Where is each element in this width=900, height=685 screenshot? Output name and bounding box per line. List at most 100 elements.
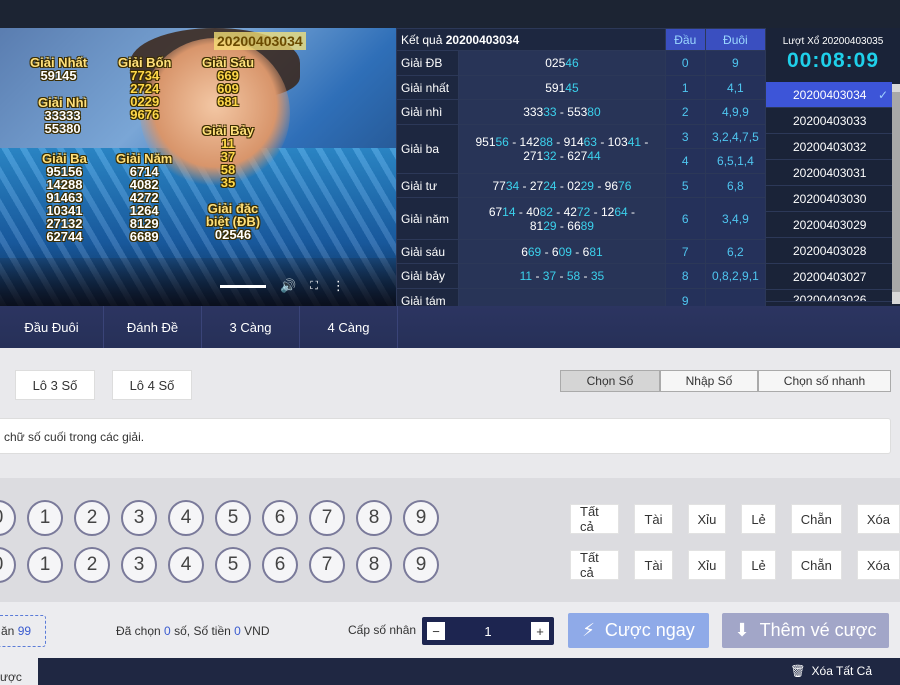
input-mode-group: Chọn Số Nhập Số Chọn số nhanh	[560, 370, 891, 392]
live-draw-video[interactable]: 20200403034 Giải Nhất 59145 Giải Bốn 773…	[0, 28, 396, 306]
top-bar	[0, 0, 900, 28]
digit-ball[interactable]: 9	[403, 500, 439, 536]
game-type-tabs: Đầu Đuôi Đánh Đề 3 Càng 4 Càng	[0, 306, 900, 348]
draw-item[interactable]: 20200403031	[766, 160, 892, 186]
digit-row-2: 0 1 2 3 4 5 6 7 8 9	[0, 547, 439, 583]
volume-icon[interactable]: 🔊	[280, 278, 296, 294]
video-prize-5: Giải Năm 6714 4082 4272 1264 8129 6689	[116, 151, 173, 244]
arrow-down-icon: ⬇	[734, 620, 750, 640]
select-le-button[interactable]: Lẻ	[741, 504, 776, 534]
draw-item[interactable]: 20200403032	[766, 134, 892, 160]
multiplier-stepper: − 1 +	[422, 617, 554, 645]
bet-now-button[interactable]: ⚡ Cược ngay	[568, 613, 709, 648]
results-table: Kết quả 20200403034 Đầu Đuôi Giải ĐB 025…	[395, 28, 767, 313]
draw-list-scroll-thumb[interactable]	[892, 92, 900, 292]
select-tai-button[interactable]: Tài	[634, 504, 673, 534]
lo-4-so-button[interactable]: Lô 4 Số	[112, 370, 192, 400]
result-row: Giải ba 95156 - 14288 - 91463 - 10341 - …	[395, 124, 767, 174]
digit-ball[interactable]: 9	[403, 547, 439, 583]
results-header-row: Kết quả 20200403034 Đầu Đuôi	[396, 28, 767, 51]
result-row: Giải sáu 669 - 609 - 681 7 6,2	[395, 239, 767, 264]
trash-icon: 🗑	[790, 664, 806, 678]
digit-ball[interactable]: 2	[74, 500, 110, 536]
tab-danh-de[interactable]: Đánh Đề	[104, 306, 202, 348]
video-prize-4: Giải Bốn 7734 2724 0229 9676	[118, 55, 172, 122]
video-controls: 🔊 ⛶ ⋮	[220, 278, 345, 294]
digit-ball[interactable]: 1	[27, 500, 63, 536]
digit-ball[interactable]: 8	[356, 547, 392, 583]
clear-button[interactable]: Xóa	[856, 504, 900, 534]
digit-ball[interactable]: 3	[121, 547, 157, 583]
clear-button[interactable]: Xóa	[856, 550, 900, 580]
draw-item[interactable]: 20200403030	[766, 186, 892, 212]
select-tai-button[interactable]: Tài	[634, 550, 673, 580]
digit-ball[interactable]: 2	[74, 547, 110, 583]
video-prize-2: Giải Nhì 33333 55380	[38, 95, 88, 136]
multiplier-value[interactable]: 1	[450, 624, 526, 639]
mode-chon-so[interactable]: Chọn Số	[560, 370, 660, 392]
tab-dau-duoi[interactable]: Đầu Đuôi	[0, 306, 104, 348]
bet-list-header	[38, 658, 900, 685]
volume-slider[interactable]	[220, 284, 266, 288]
digit-ball[interactable]: 5	[215, 547, 251, 583]
digit-ball[interactable]: 5	[215, 500, 251, 536]
col-duoi: Đuôi	[704, 28, 767, 51]
lightning-icon: ⚡	[582, 620, 595, 640]
decrease-button[interactable]: −	[427, 622, 445, 640]
video-draw-code: 20200403034	[214, 32, 306, 50]
rule-description: chữ số cuối trong các giải.	[0, 418, 891, 454]
results-label: Kết quả	[401, 32, 443, 47]
digit-ball[interactable]: 6	[262, 500, 298, 536]
mode-chon-so-nhanh[interactable]: Chọn số nhanh	[758, 370, 891, 392]
results-code: 20200403034	[445, 32, 520, 47]
next-draw-label: Lượt Xổ 20200403035	[782, 36, 884, 47]
video-prize-7: Giải Bảy 11 37 58 35	[202, 123, 255, 190]
fullscreen-icon[interactable]: ⛶	[310, 280, 318, 293]
video-prize-3: Giải Ba 95156 14288 91463 10341 27132 62…	[42, 151, 87, 244]
digit-ball[interactable]: 1	[27, 547, 63, 583]
digit-ball[interactable]: 4	[168, 547, 204, 583]
lo-3-so-button[interactable]: Lô 3 Số	[15, 370, 95, 400]
select-chan-button[interactable]: Chẵn	[790, 504, 842, 534]
select-all-button[interactable]: Tất cả	[570, 504, 620, 534]
digit-ball[interactable]: 6	[262, 547, 298, 583]
countdown-timer: 00:08:09	[786, 49, 880, 72]
tab-4-cang[interactable]: 4 Càng	[300, 306, 398, 348]
digit-row-1: 0 1 2 3 4 5 6 7 8 9	[0, 500, 439, 536]
draw-item[interactable]: 20200403033	[766, 108, 892, 134]
digit-ball[interactable]: 0	[0, 500, 16, 536]
result-row: Giải bảy 11 - 37 - 58 - 35 8 0,8,2,9,1	[395, 263, 767, 289]
quick-select-row-2: Tất cả Tài Xỉu Lẻ Chẵn Xóa	[570, 550, 900, 580]
select-xiu-button[interactable]: Xỉu	[687, 504, 727, 534]
result-row: Giải năm 6714 - 4082 - 4272 - 1264 - 812…	[395, 197, 767, 240]
quick-select-row-1: Tất cả Tài Xỉu Lẻ Chẵn Xóa	[570, 504, 900, 534]
more-options-icon[interactable]: ⋮	[332, 278, 345, 294]
select-xiu-button[interactable]: Xỉu	[687, 550, 727, 580]
draw-item[interactable]: 20200403034 ✓	[766, 82, 892, 108]
select-chan-button[interactable]: Chẵn	[790, 550, 842, 580]
result-row: Giải nhất 59145 1 4,1	[395, 75, 767, 100]
digit-ball[interactable]: 0	[0, 547, 16, 583]
add-ticket-button[interactable]: ⬇ Thêm vé cược	[722, 613, 889, 648]
digit-ball[interactable]: 7	[309, 500, 345, 536]
select-le-button[interactable]: Lẻ	[741, 550, 776, 580]
clear-all-button[interactable]: 🗑 Xóa Tất Cả	[790, 664, 872, 678]
draw-item[interactable]: 20200403027	[766, 264, 892, 290]
draw-item[interactable]: 20200403029	[766, 212, 892, 238]
increase-button[interactable]: +	[531, 622, 549, 640]
mode-nhap-so[interactable]: Nhập Số	[660, 370, 758, 392]
number-pad	[0, 478, 900, 602]
selection-summary: Đã chọn 0 số, Số tiền 0 VND	[116, 624, 270, 638]
video-prize-special: Giải đặc biệt (ĐB) 02546	[205, 201, 261, 242]
digit-ball[interactable]: 3	[121, 500, 157, 536]
col-dau: Đầu	[664, 28, 706, 51]
digit-ball[interactable]: 8	[356, 500, 392, 536]
draw-item[interactable]: 20200403026	[766, 290, 892, 302]
select-all-button[interactable]: Tất cả	[570, 550, 620, 580]
result-row: Giải ĐB 02546 0 9	[395, 50, 767, 76]
tab-3-cang[interactable]: 3 Càng	[202, 306, 300, 348]
video-prize-1: Giải Nhất 59145	[30, 55, 88, 83]
draw-item[interactable]: 20200403028	[766, 238, 892, 264]
digit-ball[interactable]: 7	[309, 547, 345, 583]
digit-ball[interactable]: 4	[168, 500, 204, 536]
